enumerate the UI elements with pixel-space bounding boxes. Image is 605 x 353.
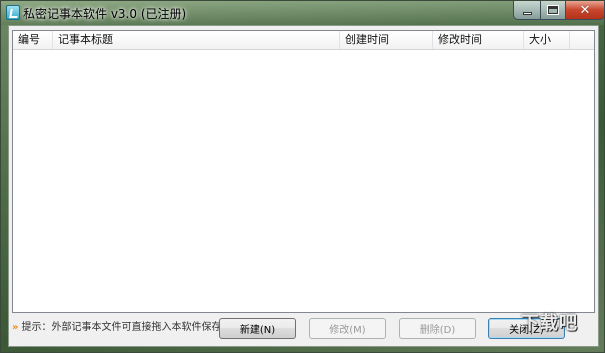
hint-text-row: » 提示：外部记事本文件可直接拖入本软件保存 xyxy=(12,321,221,335)
close-window-button[interactable]: ✕ xyxy=(565,1,605,20)
app-window: 私密记事本软件 v3.0 (已注册) ✕ 编号 记事本标题 创建时间 修改时间 … xyxy=(0,0,605,353)
notepad-app-icon xyxy=(6,5,20,20)
minimize-button[interactable] xyxy=(513,1,541,20)
column-header-modified[interactable]: 修改时间 xyxy=(433,31,524,49)
new-button[interactable]: 新建(N) xyxy=(219,318,296,339)
column-header-number[interactable]: 编号 xyxy=(13,31,53,49)
title-bar[interactable]: 私密记事本软件 v3.0 (已注册) ✕ xyxy=(1,1,605,25)
minimize-icon xyxy=(522,12,532,15)
column-header-title[interactable]: 记事本标题 xyxy=(53,31,340,49)
notes-list[interactable]: 编号 记事本标题 创建时间 修改时间 大小 xyxy=(12,30,595,313)
window-title: 私密记事本软件 v3.0 (已注册) xyxy=(23,7,187,21)
column-header-size[interactable]: 大小 xyxy=(524,31,570,49)
hint-text: 提示：外部记事本文件可直接拖入本软件保存 xyxy=(21,322,222,333)
site-watermark: 下载吧 xyxy=(521,313,578,334)
column-header-created[interactable]: 创建时间 xyxy=(340,31,433,49)
close-icon: ✕ xyxy=(579,2,591,18)
double-chevron-icon: » xyxy=(12,322,19,333)
maximize-icon xyxy=(547,5,559,15)
maximize-button[interactable] xyxy=(540,1,566,20)
list-header: 编号 记事本标题 创建时间 修改时间 大小 xyxy=(13,31,594,50)
edit-button[interactable]: 修改(M) xyxy=(309,318,386,339)
delete-button[interactable]: 删除(D) xyxy=(399,318,476,339)
main-panel: 编号 记事本标题 创建时间 修改时间 大小 » 提示：外部记事本文件可直接拖入本软… xyxy=(8,25,599,347)
